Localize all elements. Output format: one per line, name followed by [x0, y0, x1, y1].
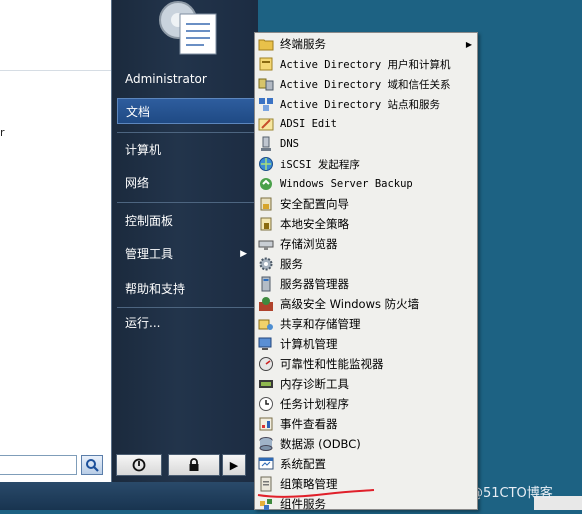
ad-domains-icon — [258, 78, 274, 91]
chevron-right-icon: ▶ — [229, 458, 239, 472]
menu-item-label: 终端服务 — [280, 37, 326, 51]
menu-item-admin-tools[interactable]: 管理工具 ▶ — [117, 241, 255, 267]
security-wizard-icon — [260, 197, 272, 211]
menu-item-label: Active Directory 站点和服务 — [280, 98, 440, 111]
power-options-button[interactable]: ▶ — [222, 454, 246, 476]
msconfig-icon — [258, 457, 274, 470]
menu-item-label: 可靠性和性能监视器 — [280, 357, 384, 371]
menu-item-label: 管理工具 — [125, 247, 174, 261]
submenu-arrow-icon: ▶ — [465, 39, 472, 49]
menu-item-network[interactable]: 网络 — [117, 170, 255, 196]
submenu-item-task-scheduler[interactable]: 任务计划程序 — [255, 394, 477, 414]
lock-button[interactable] — [168, 454, 220, 476]
admin-tools-submenu: 终端服务 ▶ Active Directory 用户和计算机 Active Di… — [254, 32, 478, 511]
menu-item-label: Active Directory 用户和计算机 — [280, 58, 451, 71]
submenu-item-server-backup[interactable]: Windows Server Backup — [255, 174, 477, 194]
power-icon — [132, 458, 146, 472]
menu-item-computer[interactable]: 计算机 — [117, 137, 255, 163]
menu-item-label: 服务器管理器 — [280, 277, 349, 291]
menu-item-label: Active Directory 域和信任关系 — [280, 78, 451, 91]
menu-item-label: DNS — [280, 138, 299, 150]
submenu-item-local-policy[interactable]: 本地安全策略 — [255, 214, 477, 234]
share-icon — [258, 319, 273, 330]
submenu-item-computer-management[interactable]: 计算机管理 — [255, 334, 477, 354]
user-picture-icon — [159, 1, 217, 55]
submenu-item-iscsi[interactable]: iSCSI 发起程序 — [255, 154, 477, 174]
submenu-item-storage-explorer[interactable]: 存储浏览器 — [255, 234, 477, 254]
submenu-item-ad-sites[interactable]: Active Directory 站点和服务 — [255, 94, 477, 114]
adsi-icon — [258, 118, 274, 131]
menu-item-label: ADSI Edit — [280, 118, 337, 130]
submenu-item-system-configuration[interactable]: 系统配置 — [255, 454, 477, 474]
submenu-item-dns[interactable]: DNS — [255, 134, 477, 154]
ad-sites-icon — [259, 98, 273, 111]
menu-item-help[interactable]: 帮助和支持 — [117, 276, 255, 302]
ad-users-icon — [259, 57, 273, 71]
watermark: @51CTO博客 — [470, 486, 553, 501]
search-input[interactable] — [0, 455, 77, 475]
menu-item-label: 数据源 (ODBC) — [280, 437, 361, 451]
divider — [117, 307, 255, 308]
menu-item-label: iSCSI 发起程序 — [280, 158, 360, 171]
annotation-underline — [257, 489, 375, 498]
event-icon — [259, 417, 273, 431]
dns-icon — [261, 136, 271, 151]
menu-item-label: 内存诊断工具 — [280, 377, 349, 391]
start-menu-left-pane: r — [0, 0, 112, 482]
submenu-item-share-storage[interactable]: 共享和存储管理 — [255, 314, 477, 334]
iscsi-icon — [259, 157, 273, 171]
server-manager-icon — [261, 276, 271, 292]
submenu-item-ad-users[interactable]: Active Directory 用户和计算机 — [255, 54, 477, 74]
services-icon — [259, 257, 273, 271]
submenu-item-server-manager[interactable]: 服务器管理器 — [255, 274, 477, 294]
submenu-arrow-icon: ▶ — [240, 249, 247, 259]
power-buttons: ▶ — [112, 454, 258, 476]
menu-item-label: 安全配置向导 — [280, 197, 349, 211]
local-policy-icon — [260, 217, 272, 231]
scheduler-icon — [259, 397, 273, 411]
menu-item-label: 共享和存储管理 — [280, 317, 361, 331]
menu-item-label: 高级安全 Windows 防火墙 — [280, 297, 420, 311]
memory-icon — [259, 380, 273, 388]
menu-item-label: 任务计划程序 — [280, 397, 349, 411]
submenu-item-adsi-edit[interactable]: ADSI Edit — [255, 114, 477, 134]
submenu-item-terminal-services[interactable]: 终端服务 ▶ — [255, 34, 477, 54]
menu-item-run[interactable]: 运行... — [117, 310, 255, 336]
submenu-item-reliability-monitor[interactable]: 可靠性和性能监视器 — [255, 354, 477, 374]
firewall-icon — [259, 297, 273, 311]
submenu-item-services[interactable]: 服务 — [255, 254, 477, 274]
folder-icon — [258, 39, 274, 51]
menu-item-label: Windows Server Backup — [280, 178, 413, 190]
menu-item-label: 服务 — [280, 257, 303, 271]
menu-item-control-panel[interactable]: 控制面板 — [117, 208, 255, 234]
taskbar — [0, 482, 254, 510]
backup-icon — [260, 178, 272, 190]
shutdown-button[interactable] — [116, 454, 162, 476]
start-menu-right-column: Administrator 文档 计算机 网络 控制面板 管理工具 ▶ 帮助和支… — [111, 0, 258, 482]
odbc-icon — [259, 437, 273, 451]
menu-item-documents[interactable]: 文档 — [117, 98, 255, 124]
submenu-item-firewall[interactable]: 高级安全 Windows 防火墙 — [255, 294, 477, 314]
submenu-item-ad-domains[interactable]: Active Directory 域和信任关系 — [255, 74, 477, 94]
divider — [117, 132, 255, 133]
monitor-icon — [259, 357, 273, 371]
storage-icon — [258, 240, 274, 250]
submenu-item-memory-diagnostic[interactable]: 内存诊断工具 — [255, 374, 477, 394]
user-name[interactable]: Administrator — [117, 66, 255, 92]
divider — [117, 202, 255, 203]
menu-item-label: 计算机管理 — [280, 337, 338, 351]
submenu-item-odbc[interactable]: 数据源 (ODBC) — [255, 434, 477, 454]
submenu-item-event-viewer[interactable]: 事件查看器 — [255, 414, 477, 434]
menu-item-label: 事件查看器 — [280, 417, 338, 431]
divider — [0, 70, 111, 71]
menu-item-label: 系统配置 — [280, 457, 326, 471]
search-button[interactable] — [81, 455, 103, 475]
menu-item-label: 本地安全策略 — [280, 217, 349, 231]
search-icon — [86, 459, 99, 472]
lock-icon — [189, 458, 199, 471]
program-label-fragment: r — [0, 126, 5, 139]
submenu-item-security-wizard[interactable]: 安全配置向导 — [255, 194, 477, 214]
menu-item-label: 存储浏览器 — [280, 237, 338, 251]
computer-mgmt-icon — [258, 337, 272, 350]
